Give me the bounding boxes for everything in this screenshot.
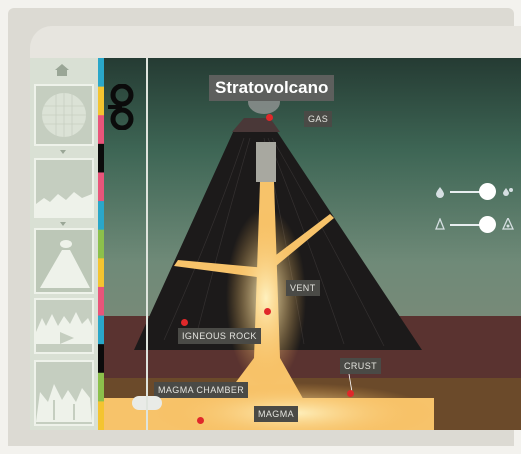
flame-small-icon [435, 218, 445, 230]
sidebar-item-rock-formation[interactable] [34, 360, 94, 426]
bottom-bar [8, 430, 514, 446]
water-drop-icon [436, 187, 444, 198]
sidebar-item-mountain-range[interactable] [34, 298, 94, 354]
gas-label: GAS [304, 111, 333, 127]
drops-icon [503, 188, 513, 196]
sidebar-item-volcano[interactable] [34, 228, 94, 294]
sidebar-item-terrain[interactable] [34, 158, 94, 218]
link-icon[interactable] [108, 84, 136, 130]
scale-line [146, 58, 148, 430]
gas-marker[interactable] [266, 114, 273, 121]
water-slider-knob[interactable] [479, 183, 496, 200]
chevron-down-icon [60, 150, 66, 154]
magma-chamber-marker[interactable] [197, 417, 204, 424]
top-bar [30, 26, 521, 58]
magma-label: MAGMA [254, 406, 299, 422]
sidebar [30, 58, 98, 430]
vent-label: VENT [286, 280, 320, 296]
crust-label: CRUST [340, 358, 381, 374]
volcano-icon [40, 240, 90, 288]
igneous-rock-label: IGNEOUS ROCK [178, 328, 261, 344]
home-icon[interactable] [54, 62, 70, 78]
planet-icon [42, 93, 86, 137]
volcano-scene: Stratovolcano GAS VENT IGNEOUS ROCK CRUS… [104, 58, 521, 430]
terrain-icon [36, 192, 92, 216]
heat-slider-knob[interactable] [479, 216, 496, 233]
mountain-range-icon [36, 312, 92, 344]
app-frame: Stratovolcano GAS VENT IGNEOUS ROCK CRUS… [0, 0, 521, 454]
igneous-rock-marker[interactable] [181, 319, 188, 326]
crust-marker[interactable] [347, 390, 354, 397]
chevron-down-icon [60, 222, 66, 226]
rock-formation-icon [36, 384, 92, 422]
vent-marker[interactable] [264, 308, 271, 315]
flame-large-icon [502, 218, 514, 230]
page-title: Stratovolcano [209, 75, 335, 101]
sidebar-item-planet[interactable] [34, 84, 94, 146]
magma-chamber-label: MAGMA CHAMBER [154, 382, 249, 398]
